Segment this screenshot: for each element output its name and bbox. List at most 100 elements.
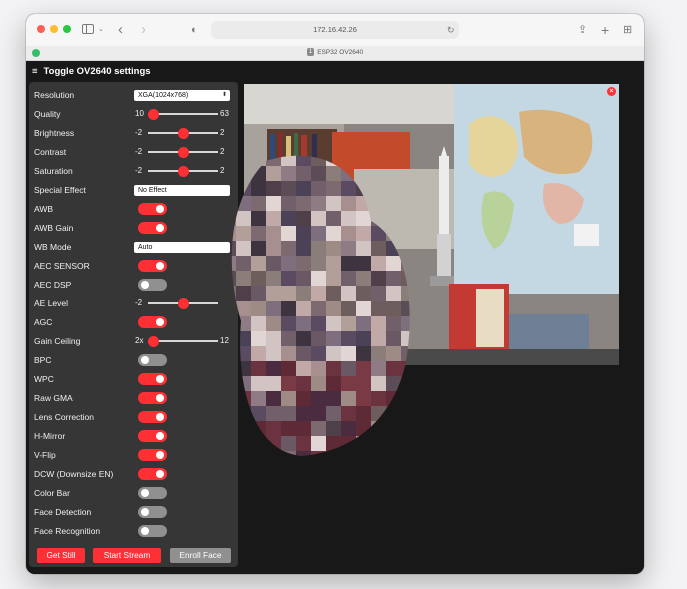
pixel-block (356, 226, 371, 241)
pixel-block (401, 451, 410, 456)
pixel-block (386, 271, 401, 286)
pixel-block (251, 451, 266, 456)
pixel-block (231, 181, 236, 196)
pixel-block (251, 346, 266, 361)
dcw-toggle[interactable] (138, 468, 167, 480)
aec-sensor-label: AEC SENSOR (34, 261, 90, 271)
pixel-block (311, 286, 326, 301)
awb-gain-label: AWB Gain (34, 223, 74, 233)
lens-correction-toggle[interactable] (138, 411, 167, 423)
back-icon[interactable]: ‹ (118, 20, 123, 40)
color-bar-toggle[interactable] (138, 487, 167, 499)
pixel-block (251, 166, 266, 181)
zoom-window-button[interactable] (63, 25, 71, 33)
face-recognition-label: Face Recognition (34, 526, 101, 536)
toggle-knob (156, 470, 164, 478)
saturation-slider-thumb[interactable] (177, 165, 189, 177)
contrast-slider[interactable] (148, 146, 218, 158)
pixel-block (326, 406, 341, 421)
pixel-block (401, 211, 410, 226)
aec-dsp-toggle[interactable] (138, 279, 167, 291)
pixel-block (231, 421, 236, 436)
tab-bar: 1 ESP32 OV2640 (26, 46, 644, 61)
gain-ceiling-slider-thumb[interactable] (148, 335, 159, 347)
bpc-toggle[interactable] (138, 354, 167, 366)
gain-ceiling-slider[interactable] (148, 335, 218, 347)
wpc-toggle[interactable] (138, 373, 167, 385)
resolution-select[interactable]: XGA(1024x768) ⬍ (134, 90, 230, 101)
quality-slider-thumb[interactable] (148, 108, 159, 120)
face-recognition-toggle[interactable] (138, 525, 167, 537)
pixel-block (356, 241, 371, 256)
pixel-block (236, 166, 251, 181)
new-tab-icon[interactable]: + (601, 20, 609, 40)
special-effect-select[interactable]: No Effect (134, 185, 230, 196)
pixel-block (341, 391, 356, 406)
brightness-slider[interactable] (148, 127, 218, 139)
pixel-block (251, 286, 266, 301)
v-flip-toggle[interactable] (138, 449, 167, 461)
tab-active[interactable]: 1 ESP32 OV2640 (26, 46, 644, 60)
pixel-block (251, 241, 266, 256)
pixel-block (296, 211, 311, 226)
face-detection-toggle[interactable] (138, 506, 167, 518)
pixel-block (401, 155, 410, 166)
toggle-knob (156, 375, 164, 383)
quality-slider[interactable] (148, 108, 218, 120)
pixel-block (236, 331, 251, 346)
pixel-block (341, 421, 356, 436)
pixel-block (341, 181, 356, 196)
close-window-button[interactable] (37, 25, 45, 33)
forward-icon[interactable]: › (141, 20, 146, 40)
pixel-block (236, 155, 251, 166)
pixel-block (251, 406, 266, 421)
minimize-window-button[interactable] (50, 25, 58, 33)
awb-toggle[interactable] (138, 203, 167, 215)
pixel-block (236, 316, 251, 331)
pixel-block (371, 256, 386, 271)
tab-overview-icon[interactable]: ⊞ (623, 20, 632, 40)
pixel-block (311, 361, 326, 376)
agc-toggle[interactable] (138, 316, 167, 328)
aec-sensor-toggle[interactable] (138, 260, 167, 272)
pixel-block (416, 166, 421, 181)
settings-toggle[interactable]: ≡ Toggle OV2640 settings (32, 66, 151, 77)
chevron-down-icon[interactable]: ⌄ (98, 20, 104, 40)
privacy-shield-icon[interactable]: ◐ (191, 20, 198, 40)
awb-gain-toggle[interactable] (138, 222, 167, 234)
pixel-block (356, 286, 371, 301)
close-stream-button[interactable]: × (607, 87, 616, 96)
pixel-block (251, 391, 266, 406)
pixel-block (231, 331, 236, 346)
raw-gma-toggle[interactable] (138, 392, 167, 404)
contrast-slider-thumb[interactable] (177, 146, 189, 158)
get-still-button[interactable]: Get Still (37, 548, 85, 563)
h-mirror-toggle[interactable] (138, 430, 167, 442)
pixel-block (371, 271, 386, 286)
pixel-block (326, 421, 341, 436)
pixel-block (281, 286, 296, 301)
brightness-slider-thumb[interactable] (177, 127, 189, 139)
enroll-face-button[interactable]: Enroll Face (170, 548, 231, 563)
pixel-block (371, 361, 386, 376)
pixel-block (296, 256, 311, 271)
address-bar[interactable]: 172.16.42.26 (211, 21, 459, 39)
toggle-knob (156, 262, 164, 270)
pixel-block (281, 166, 296, 181)
reload-icon[interactable]: ↻ (447, 20, 455, 40)
toggle-knob (156, 432, 164, 440)
ae-level-slider-thumb[interactable] (177, 297, 189, 309)
pixel-block (341, 346, 356, 361)
wb-mode-select[interactable]: Auto (134, 242, 230, 253)
pixelated-face-area (231, 155, 421, 456)
pixel-block (416, 286, 421, 301)
ae-level-slider[interactable] (148, 297, 218, 309)
browser-toolbar: ⌄ ‹ › ◐ 172.16.42.26 ↻ ⇪ + ⊞ (26, 14, 644, 47)
share-icon[interactable]: ⇪ (578, 20, 587, 40)
start-stream-button[interactable]: Start Stream (93, 548, 161, 563)
sidebar-toggle-icon[interactable] (82, 20, 96, 40)
pixel-block (266, 361, 281, 376)
pixel-block (266, 436, 281, 451)
pixel-block (251, 271, 266, 286)
saturation-slider[interactable] (148, 165, 218, 177)
